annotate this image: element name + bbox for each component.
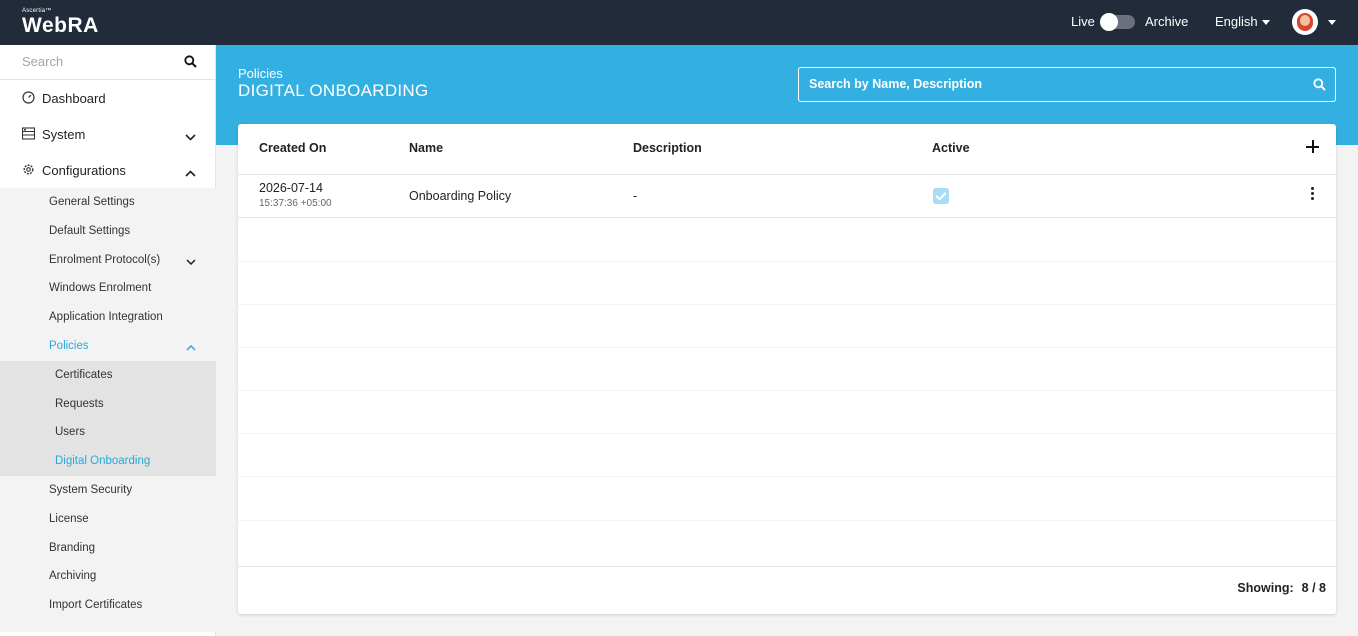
breadcrumb[interactable]: Policies bbox=[238, 66, 283, 81]
sidebar-item-digital-onboarding[interactable]: Digital Onboarding bbox=[0, 447, 216, 476]
divider bbox=[238, 566, 1336, 567]
sidebar-item-label: General Settings bbox=[49, 196, 135, 208]
sidebar-item-certificates[interactable]: Certificates bbox=[0, 361, 216, 390]
sidebar-item-label: System Security bbox=[49, 484, 133, 496]
policy-description: - bbox=[633, 189, 638, 203]
live-label: Live bbox=[1071, 14, 1095, 29]
user-avatar[interactable] bbox=[1292, 9, 1318, 35]
avatar-face bbox=[1300, 15, 1310, 26]
top-bar: Ascertia™ WebRA Live Archive English bbox=[0, 0, 1358, 45]
dashboard-icon bbox=[22, 91, 35, 107]
server-icon bbox=[21, 127, 36, 143]
sidebar-item-label: Windows Enrolment bbox=[49, 282, 152, 294]
created-date: 2026-07-14 bbox=[259, 181, 323, 195]
divider bbox=[238, 520, 1336, 521]
column-header-name[interactable]: Name bbox=[409, 141, 443, 155]
policy-search-input[interactable] bbox=[809, 77, 1289, 91]
sidebar-item-label: Requests bbox=[55, 398, 104, 410]
divider bbox=[238, 347, 1336, 348]
sidebar-item-application-integration[interactable]: Application Integration bbox=[0, 303, 216, 332]
policy-name: Onboarding Policy bbox=[409, 189, 512, 203]
search-icon[interactable] bbox=[1313, 78, 1326, 96]
column-header-description[interactable]: Description bbox=[633, 141, 702, 155]
sidebar-item-label: Import Certificates bbox=[49, 599, 143, 611]
divider bbox=[238, 304, 1336, 305]
sidebar-item-label: Dashboard bbox=[42, 91, 106, 106]
toggle-knob bbox=[1100, 13, 1118, 31]
sidebar-item-label: Configurations bbox=[42, 163, 126, 178]
column-header-active[interactable]: Active bbox=[932, 141, 970, 155]
language-select[interactable]: English bbox=[1215, 14, 1270, 29]
column-header-created-on[interactable]: Created On bbox=[259, 141, 326, 155]
sidebar-item-configurations[interactable]: Configurations bbox=[0, 152, 216, 188]
search-icon[interactable] bbox=[184, 55, 197, 73]
language-label: English bbox=[1215, 14, 1258, 29]
row-actions-kebab-icon[interactable] bbox=[1311, 187, 1315, 203]
divider bbox=[238, 261, 1336, 262]
sidebar-item-enrolment-protocols[interactable]: Enrolment Protocol(s) bbox=[0, 246, 216, 275]
caret-down-icon bbox=[1261, 20, 1270, 26]
active-checkbox bbox=[933, 188, 949, 204]
sidebar-item-dashboard[interactable]: Dashboard bbox=[0, 80, 216, 116]
chevron-down-icon bbox=[186, 256, 196, 268]
archive-label: Archive bbox=[1145, 14, 1189, 29]
gear-icon bbox=[22, 163, 35, 179]
showing-count: 8 / 8 bbox=[1301, 581, 1326, 595]
sidebar-item-label: Branding bbox=[49, 542, 96, 554]
showing-label: Showing: bbox=[1237, 581, 1294, 595]
sidebar-item-label: Certificates bbox=[55, 369, 113, 381]
sidebar-item-system-security[interactable]: System Security bbox=[0, 476, 216, 505]
sidebar-item-label: Digital Onboarding bbox=[55, 455, 151, 467]
sidebar-item-policies[interactable]: Policies bbox=[0, 332, 216, 361]
chevron-up-icon bbox=[185, 165, 196, 180]
sidebar-item-users[interactable]: Users bbox=[0, 418, 216, 447]
add-policy-icon[interactable] bbox=[1304, 138, 1322, 156]
policies-submenu: Certificates Requests Users Digital Onbo… bbox=[0, 361, 216, 476]
app-logo[interactable]: Ascertia™ WebRA bbox=[22, 8, 99, 37]
divider bbox=[238, 390, 1336, 391]
sidebar-item-general-settings[interactable]: General Settings bbox=[0, 188, 216, 217]
sidebar-search-input[interactable] bbox=[22, 54, 172, 69]
sidebar: Dashboard System Configurations General … bbox=[0, 45, 216, 636]
configurations-submenu: General Settings Default Settings Enrolm… bbox=[0, 188, 216, 632]
user-menu-caret-icon[interactable] bbox=[1328, 20, 1336, 25]
sidebar-item-label: Default Settings bbox=[49, 225, 131, 237]
chevron-down-icon bbox=[185, 129, 196, 144]
sidebar-search bbox=[0, 45, 216, 80]
chevron-up-icon bbox=[186, 342, 196, 354]
sidebar-item-label: Archiving bbox=[49, 570, 97, 582]
sidebar-item-default-settings[interactable]: Default Settings bbox=[0, 217, 216, 246]
pagination-summary: Showing: 8 / 8 bbox=[1237, 581, 1326, 595]
brand-name: WebRA bbox=[22, 14, 99, 37]
created-time: 15:37:36 +05:00 bbox=[259, 198, 332, 209]
live-archive-toggle[interactable] bbox=[1100, 13, 1135, 31]
sidebar-item-label: Policies bbox=[49, 340, 89, 352]
policy-search bbox=[798, 67, 1336, 102]
sidebar-item-label: Enrolment Protocol(s) bbox=[49, 254, 161, 266]
divider bbox=[238, 217, 1336, 218]
policies-table: Created On Name Description Active 2026-… bbox=[238, 124, 1336, 614]
sidebar-item-license[interactable]: License bbox=[0, 505, 216, 534]
sidebar-item-label: License bbox=[49, 513, 89, 525]
sidebar-item-import-certificates[interactable]: Import Certificates bbox=[0, 591, 216, 620]
sidebar-item-branding[interactable]: Branding bbox=[0, 534, 216, 563]
divider bbox=[238, 433, 1336, 434]
sidebar-item-system[interactable]: System bbox=[0, 116, 216, 152]
sidebar-item-label: System bbox=[42, 127, 86, 142]
sidebar-item-label: Application Integration bbox=[49, 311, 163, 323]
sidebar-item-archiving[interactable]: Archiving bbox=[0, 562, 216, 591]
sidebar-item-windows-enrolment[interactable]: Windows Enrolment bbox=[0, 274, 216, 303]
sidebar-item-label: Users bbox=[55, 426, 86, 438]
page-title: DIGITAL ONBOARDING bbox=[238, 81, 429, 100]
sidebar-item-requests[interactable]: Requests bbox=[0, 390, 216, 419]
divider bbox=[238, 476, 1336, 477]
table-row[interactable]: 2026-07-14 15:37:36 +05:00 Onboarding Po… bbox=[238, 175, 1336, 218]
